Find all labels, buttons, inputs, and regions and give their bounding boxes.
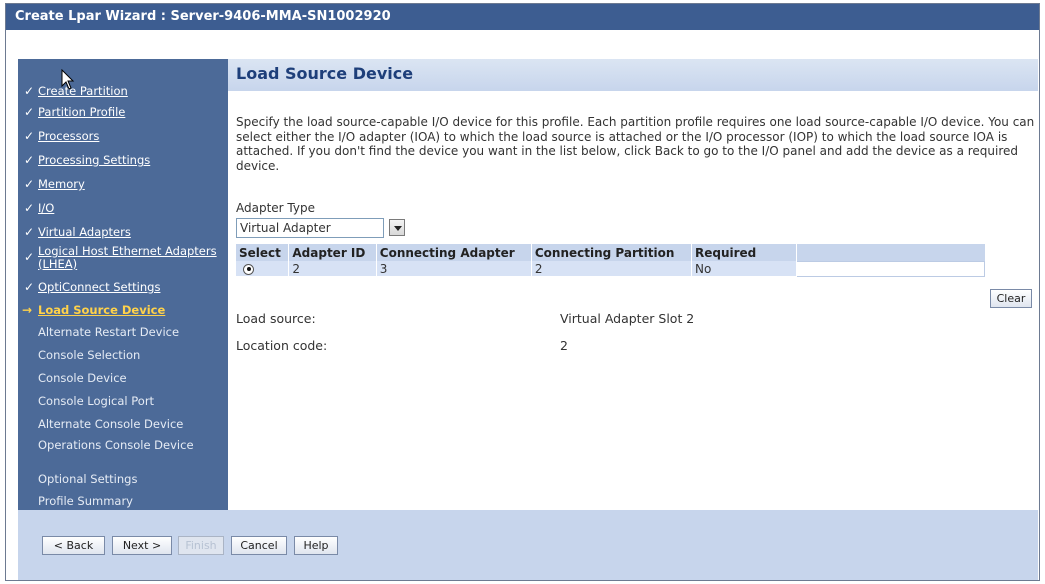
sidebar-item-label: Console Device — [38, 371, 127, 385]
column-header-filler — [796, 244, 985, 261]
sidebar-item-label: Operations Console Device — [38, 438, 194, 452]
table-header-row: Select Adapter ID Connecting Adapter Con… — [236, 244, 985, 261]
wizard-footer: < Back Next > Finish Cancel Help — [18, 510, 1038, 580]
check-icon: ✓ — [24, 153, 35, 167]
mouse-pointer-icon — [61, 69, 75, 90]
load-source-value: Virtual Adapter Slot 2 — [560, 311, 695, 326]
load-source-label: Load source: — [236, 311, 316, 326]
sidebar-item-label[interactable]: Load Source Device — [38, 304, 165, 317]
location-code-value: 2 — [560, 338, 568, 353]
check-icon: ✓ — [24, 201, 35, 215]
sidebar-item-label: Alternate Console Device — [38, 417, 184, 431]
location-code-label: Location code: — [236, 338, 328, 353]
title-spacer — [6, 30, 1039, 58]
column-header-connecting-partition[interactable]: Connecting Partition — [531, 244, 693, 261]
clear-button[interactable]: Clear — [990, 289, 1032, 308]
column-header-select[interactable]: Select — [236, 244, 290, 261]
adapter-table: Select Adapter ID Connecting Adapter Con… — [236, 244, 985, 277]
wizard-steps-sidebar: ✓ Create Partition ✓ Partition Profile ✓… — [18, 59, 228, 510]
column-header-required[interactable]: Required — [691, 244, 797, 261]
chevron-down-icon[interactable] — [389, 219, 405, 236]
main-panel: Load Source Device Specify the load sour… — [228, 59, 1038, 510]
cancel-button[interactable]: Cancel — [231, 536, 287, 555]
row-filler-cell — [796, 260, 985, 277]
next-button[interactable]: Next > — [112, 536, 172, 555]
sidebar-item-label[interactable]: I/O — [38, 202, 54, 215]
help-button[interactable]: Help — [294, 536, 338, 555]
finish-button[interactable]: Finish — [178, 536, 224, 555]
check-icon: ✓ — [24, 280, 35, 294]
sidebar-item-label: Optional Settings — [38, 472, 138, 486]
arrow-right-icon: → — [22, 303, 33, 317]
back-button[interactable]: < Back — [42, 536, 105, 555]
window-title: Create Lpar Wizard : Server-9406-MMA-SN1… — [6, 4, 1039, 30]
check-icon: ✓ — [24, 177, 35, 191]
select-radio[interactable] — [243, 263, 254, 275]
sidebar-item-label[interactable]: Partition Profile — [38, 106, 125, 119]
sidebar-item-label[interactable]: Virtual Adapters — [38, 226, 131, 239]
table-row[interactable]: 2 3 2 No — [236, 260, 985, 277]
connecting-adapter-cell: 3 — [376, 261, 532, 276]
sidebar-item-label[interactable]: OptiConnect Settings — [38, 281, 160, 294]
check-icon: ✓ — [24, 84, 35, 98]
select-cell[interactable] — [236, 261, 290, 276]
sidebar-item-label[interactable]: Create Partition — [38, 85, 128, 98]
check-icon: ✓ — [24, 225, 35, 239]
column-header-adapter-id[interactable]: Adapter ID — [288, 244, 377, 261]
adapter-type-select[interactable]: Virtual Adapter — [236, 218, 384, 238]
instructions-text: Specify the load source-capable I/O devi… — [236, 115, 1035, 173]
sidebar-item-label: Console Selection — [38, 348, 141, 362]
wizard-window: Create Lpar Wizard : Server-9406-MMA-SN1… — [5, 3, 1040, 581]
sidebar-item-label[interactable]: Processors — [38, 130, 99, 143]
column-header-connecting-adapter[interactable]: Connecting Adapter — [376, 244, 532, 261]
check-icon: ✓ — [24, 129, 35, 143]
adapter-id-cell: 2 — [288, 261, 377, 276]
check-icon: ✓ — [24, 250, 35, 264]
panel-header: Load Source Device — [228, 59, 1038, 91]
sidebar-item-label[interactable]: Memory — [38, 178, 85, 191]
check-icon: ✓ — [24, 105, 35, 119]
sidebar-item-label[interactable]: Processing Settings — [38, 154, 150, 167]
connecting-partition-cell: 2 — [531, 261, 693, 276]
sidebar-item-label: Alternate Restart Device — [38, 325, 180, 339]
sidebar-item-label[interactable]: Logical Host Ethernet Adapters (LHEA) — [38, 245, 218, 271]
sidebar-item-label: Profile Summary — [38, 494, 133, 508]
page-title: Load Source Device — [236, 64, 414, 83]
sidebar-item-label: Console Logical Port — [38, 394, 155, 408]
adapter-type-label: Adapter Type — [236, 201, 315, 215]
required-cell: No — [691, 261, 797, 276]
